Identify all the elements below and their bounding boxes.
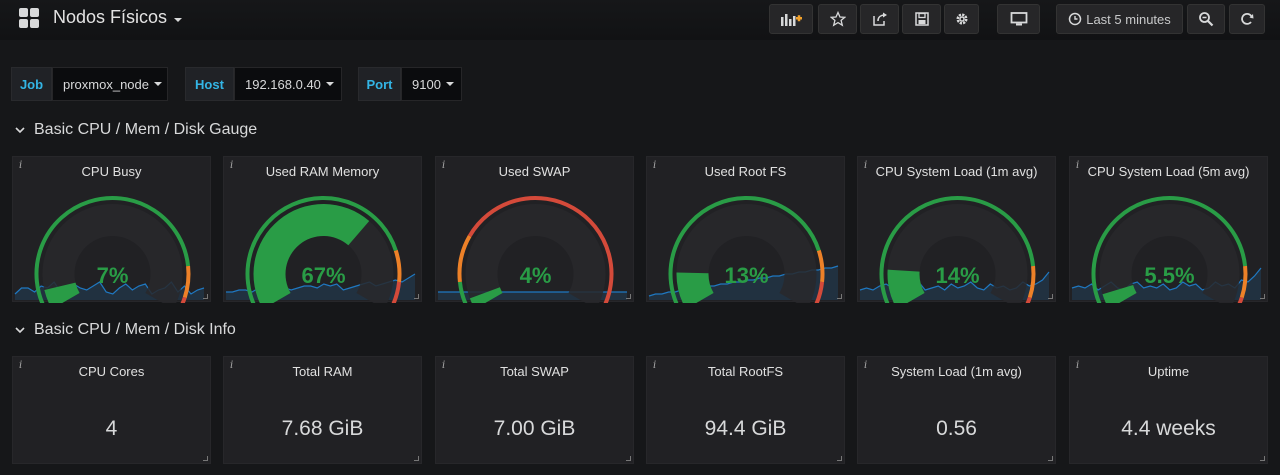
row-title: Basic CPU / Mem / Disk Info bbox=[34, 321, 236, 338]
panel-title[interactable]: CPU Cores bbox=[13, 364, 210, 379]
settings-button[interactable] bbox=[944, 4, 979, 34]
gauge-panel[interactable]: i Used Root FS 13% bbox=[646, 156, 845, 303]
stat-panel[interactable]: i Total SWAP 7.00 GiB bbox=[435, 356, 634, 464]
variable-label-host: Host bbox=[185, 67, 234, 101]
gauge-panel[interactable]: i CPU Busy 7% bbox=[12, 156, 211, 303]
row-title: Basic CPU / Mem / Disk Gauge bbox=[34, 121, 258, 138]
zoom-out-button[interactable] bbox=[1187, 4, 1225, 34]
gauge-panel[interactable]: i Used SWAP 4% bbox=[435, 156, 634, 303]
variable-value-job: proxmox_node bbox=[63, 76, 149, 92]
refresh-icon bbox=[1241, 13, 1254, 25]
dashboard-grid-icon[interactable] bbox=[19, 8, 41, 30]
gauge-value: 5.5% bbox=[1144, 263, 1194, 288]
gauge-chart: 7% bbox=[14, 196, 205, 303]
gear-icon bbox=[956, 13, 967, 25]
stat-panel[interactable]: i System Load (1m avg) 0.56 bbox=[857, 356, 1056, 464]
time-range-label: Last 5 minutes bbox=[1086, 11, 1171, 27]
gauge-chart: 67% bbox=[226, 196, 416, 303]
chevron-down-icon[interactable] bbox=[174, 18, 182, 22]
add-panel-icon bbox=[781, 14, 802, 26]
threshold-warn bbox=[182, 265, 191, 299]
stat-value: 7.00 GiB bbox=[493, 417, 576, 440]
resize-handle[interactable] bbox=[1260, 294, 1265, 299]
threshold-warn bbox=[1027, 265, 1036, 299]
star-button[interactable] bbox=[818, 4, 857, 34]
stat-value: 0.56 bbox=[936, 417, 977, 440]
clock-icon bbox=[1068, 12, 1082, 26]
top-navbar: Nodos Físicos Last 5 minutes bbox=[0, 0, 1280, 40]
stat-value: 4.4 weeks bbox=[1121, 417, 1216, 440]
panel-title[interactable]: System Load (1m avg) bbox=[858, 364, 1055, 379]
threshold-warn bbox=[393, 249, 402, 283]
caret-down-icon bbox=[154, 82, 162, 86]
gauge-value: 67% bbox=[301, 263, 345, 288]
refresh-button[interactable] bbox=[1229, 4, 1265, 34]
zoom-out-icon bbox=[1199, 12, 1214, 27]
gauge-panel[interactable]: i CPU System Load (5m avg) 5.5% bbox=[1069, 156, 1268, 303]
variable-select-host[interactable]: 192.168.0.40 bbox=[234, 67, 342, 101]
gauge-chart: 13% bbox=[648, 196, 839, 303]
monitor-icon bbox=[1010, 12, 1027, 26]
resize-handle[interactable] bbox=[1048, 456, 1053, 461]
resize-handle[interactable] bbox=[1048, 294, 1053, 299]
resize-handle[interactable] bbox=[626, 456, 631, 461]
variable-label-job: Job bbox=[11, 67, 52, 101]
gauge-value: 4% bbox=[520, 263, 552, 288]
resize-handle[interactable] bbox=[414, 456, 419, 461]
gauge-track bbox=[1099, 204, 1240, 303]
resize-handle[interactable] bbox=[203, 294, 208, 299]
variable-select-job[interactable]: proxmox_node bbox=[52, 67, 168, 101]
save-button[interactable] bbox=[902, 4, 941, 34]
panel-title[interactable]: Total SWAP bbox=[436, 364, 633, 379]
resize-handle[interactable] bbox=[837, 456, 842, 461]
row-header-info[interactable]: Basic CPU / Mem / Disk Info bbox=[14, 321, 236, 339]
stat-value: 94.4 GiB bbox=[704, 417, 787, 440]
stat-value: 7.68 GiB bbox=[281, 417, 364, 440]
add-panel-button[interactable] bbox=[769, 4, 813, 34]
gauge-chart: 4% bbox=[438, 196, 627, 303]
panel-title[interactable]: Total RAM bbox=[224, 364, 421, 379]
gauge-chart: 5.5% bbox=[1071, 196, 1262, 303]
share-icon bbox=[872, 12, 887, 26]
star-icon bbox=[829, 11, 846, 27]
chevron-down-icon bbox=[15, 327, 25, 334]
panel-title[interactable]: Total RootFS bbox=[647, 364, 844, 379]
resize-handle[interactable] bbox=[837, 294, 842, 299]
row-header-gauge[interactable]: Basic CPU / Mem / Disk Gauge bbox=[14, 121, 257, 139]
variable-value-host: 192.168.0.40 bbox=[245, 76, 321, 92]
variable-value-port: 9100 bbox=[412, 76, 441, 92]
resize-handle[interactable] bbox=[1260, 456, 1265, 461]
save-icon bbox=[914, 12, 929, 26]
caret-down-icon bbox=[325, 82, 334, 86]
stat-panel[interactable]: i CPU Cores 4 bbox=[12, 356, 211, 464]
resize-handle[interactable] bbox=[203, 456, 208, 461]
gauge-panel[interactable]: i CPU System Load (1m avg) 14% bbox=[857, 156, 1056, 303]
gauge-track bbox=[465, 204, 606, 303]
caret-down-icon bbox=[445, 82, 454, 86]
stat-value: 4 bbox=[105, 417, 118, 440]
gauge-panel[interactable]: i Used RAM Memory 67% bbox=[223, 156, 422, 303]
stat-panel[interactable]: i Total RootFS 94.4 GiB bbox=[646, 356, 845, 464]
chevron-down-icon bbox=[15, 127, 25, 134]
resize-handle[interactable] bbox=[626, 294, 631, 299]
share-button[interactable] bbox=[860, 4, 899, 34]
stat-panel[interactable]: i Total RAM 7.68 GiB bbox=[223, 356, 422, 464]
panel-title[interactable]: Uptime bbox=[1070, 364, 1267, 379]
dashboard-title[interactable]: Nodos Físicos bbox=[53, 7, 167, 28]
gauge-value: 14% bbox=[935, 263, 979, 288]
resize-handle[interactable] bbox=[414, 294, 419, 299]
gauge-value: 13% bbox=[724, 263, 768, 288]
gauge-value: 7% bbox=[97, 263, 129, 288]
view-mode-button[interactable] bbox=[997, 4, 1040, 34]
stat-panel[interactable]: i Uptime 4.4 weeks bbox=[1069, 356, 1268, 464]
gauge-chart: 14% bbox=[859, 196, 1050, 303]
variable-select-port[interactable]: 9100 bbox=[401, 67, 462, 101]
time-picker-button[interactable]: Last 5 minutes bbox=[1056, 4, 1183, 34]
variable-label-port: Port bbox=[358, 67, 401, 101]
